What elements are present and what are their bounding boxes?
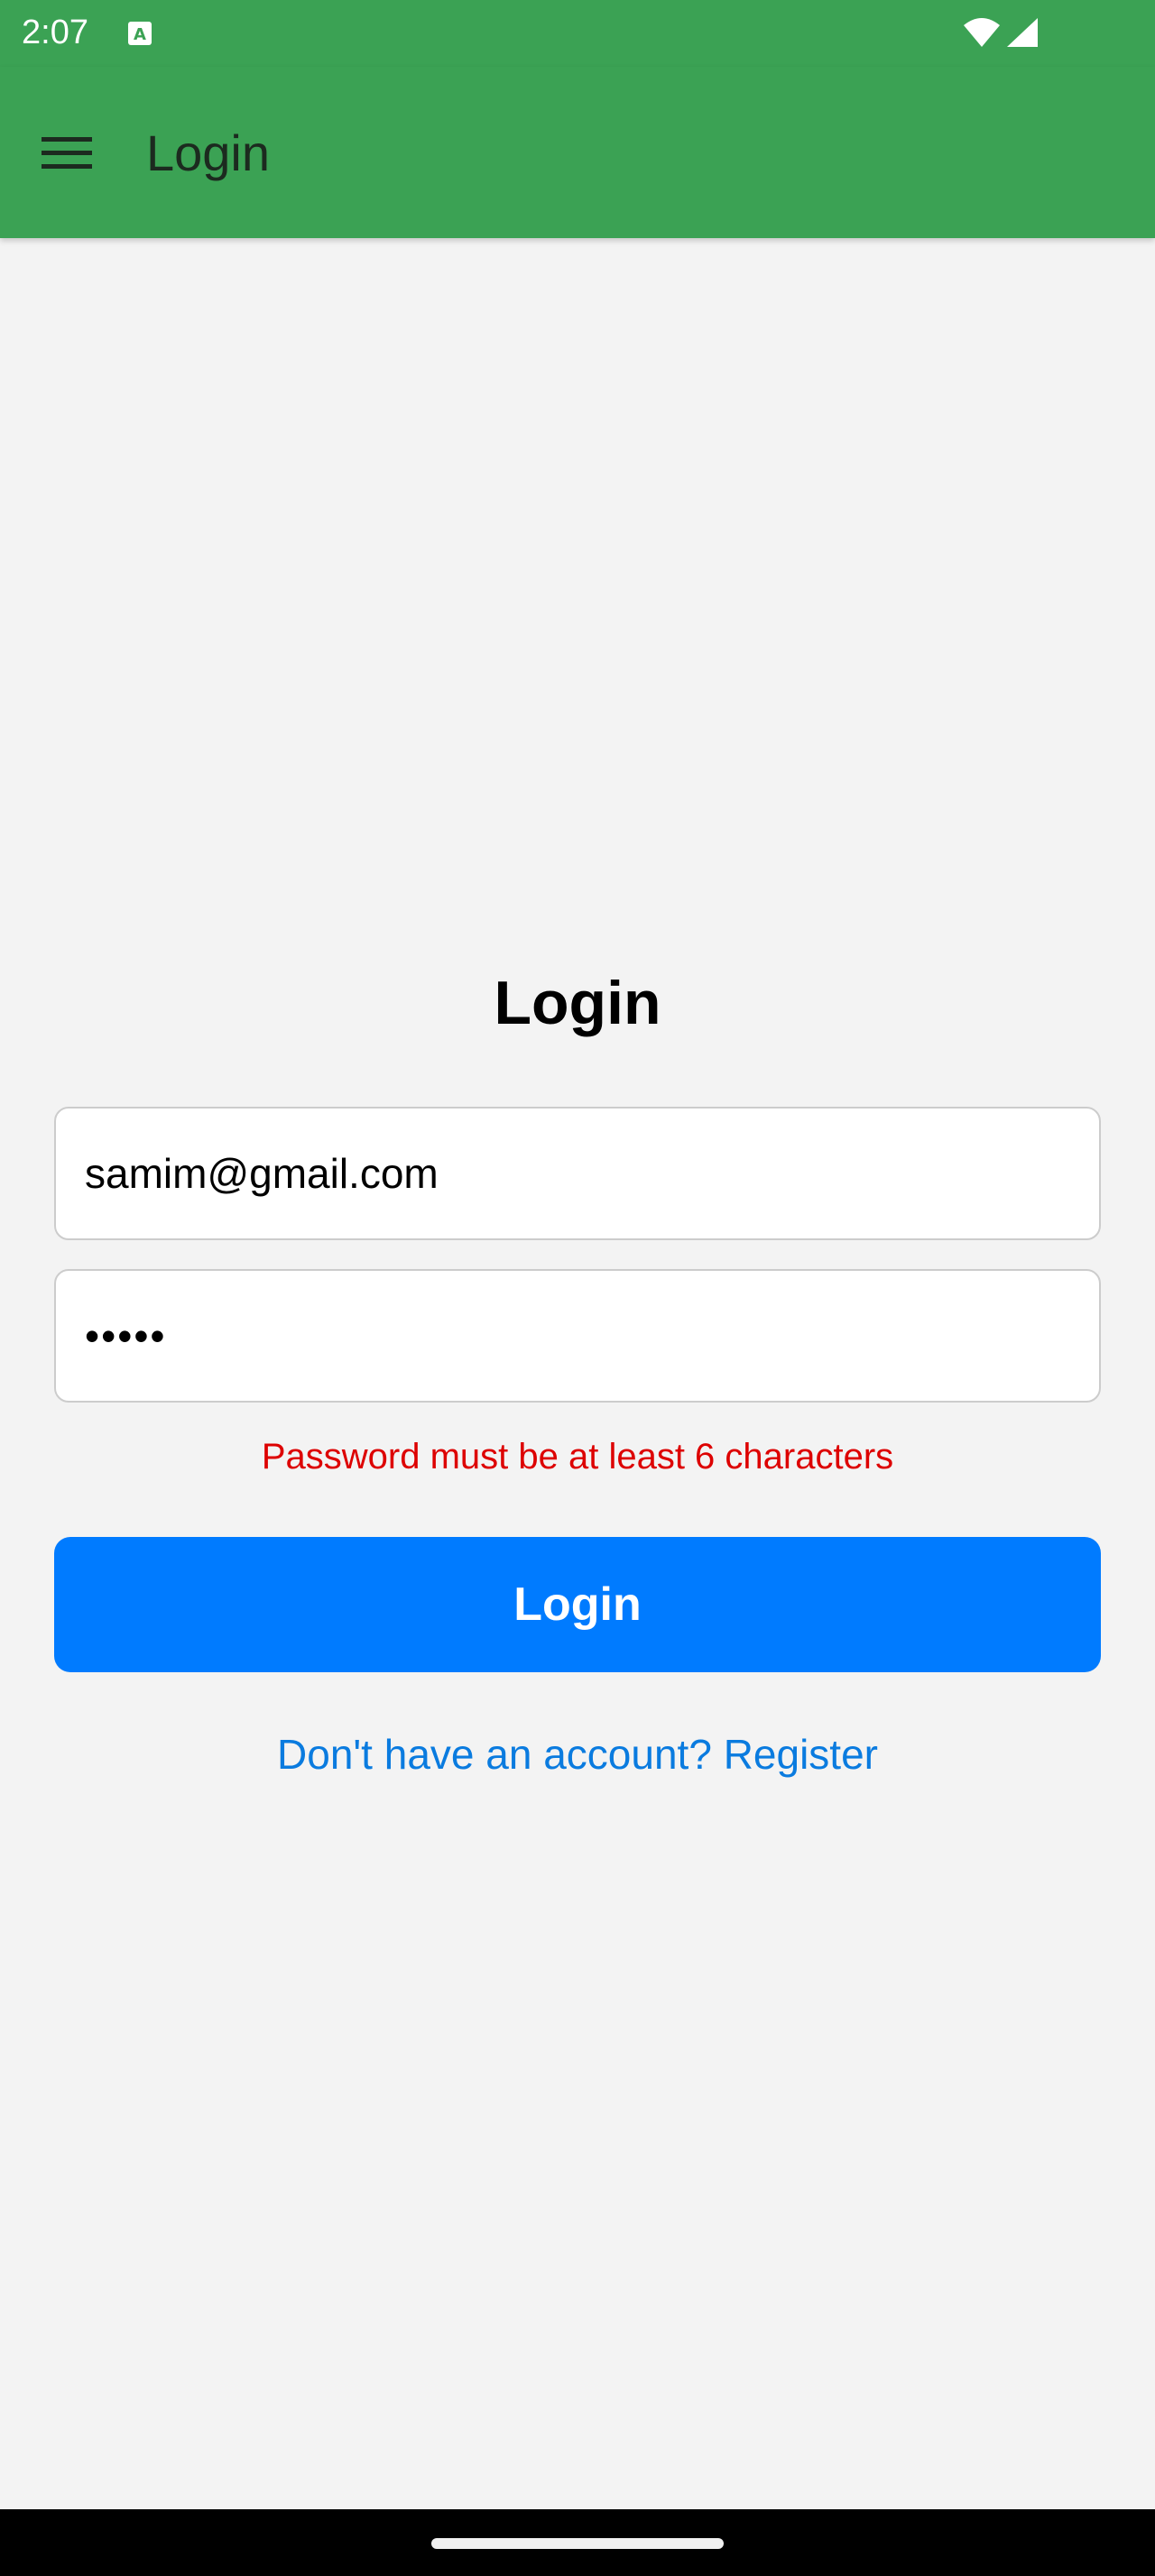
app-bar-title: Login: [146, 124, 271, 181]
menu-button[interactable]: [27, 117, 108, 189]
password-field[interactable]: [54, 1269, 1101, 1403]
hamburger-menu-icon: [42, 137, 92, 169]
navigation-bar: [0, 2509, 1155, 2576]
register-link[interactable]: Don't have an account? Register: [0, 1726, 1155, 1782]
status-time: 2:07: [22, 14, 88, 51]
login-button[interactable]: Login: [54, 1537, 1101, 1672]
svg-text:A: A: [134, 25, 146, 44]
page-title: Login: [494, 969, 661, 1037]
status-bar: 2:07 A: [0, 0, 1155, 67]
password-error-message: Password must be at least 6 characters: [261, 1437, 894, 1477]
email-field[interactable]: [54, 1107, 1101, 1240]
app-bar: Login: [0, 67, 1155, 238]
wifi-icon: [962, 16, 1002, 49]
signal-icon: [1005, 16, 1040, 49]
a-notification-icon: A: [126, 20, 153, 47]
home-gesture-handle[interactable]: [431, 2538, 724, 2549]
